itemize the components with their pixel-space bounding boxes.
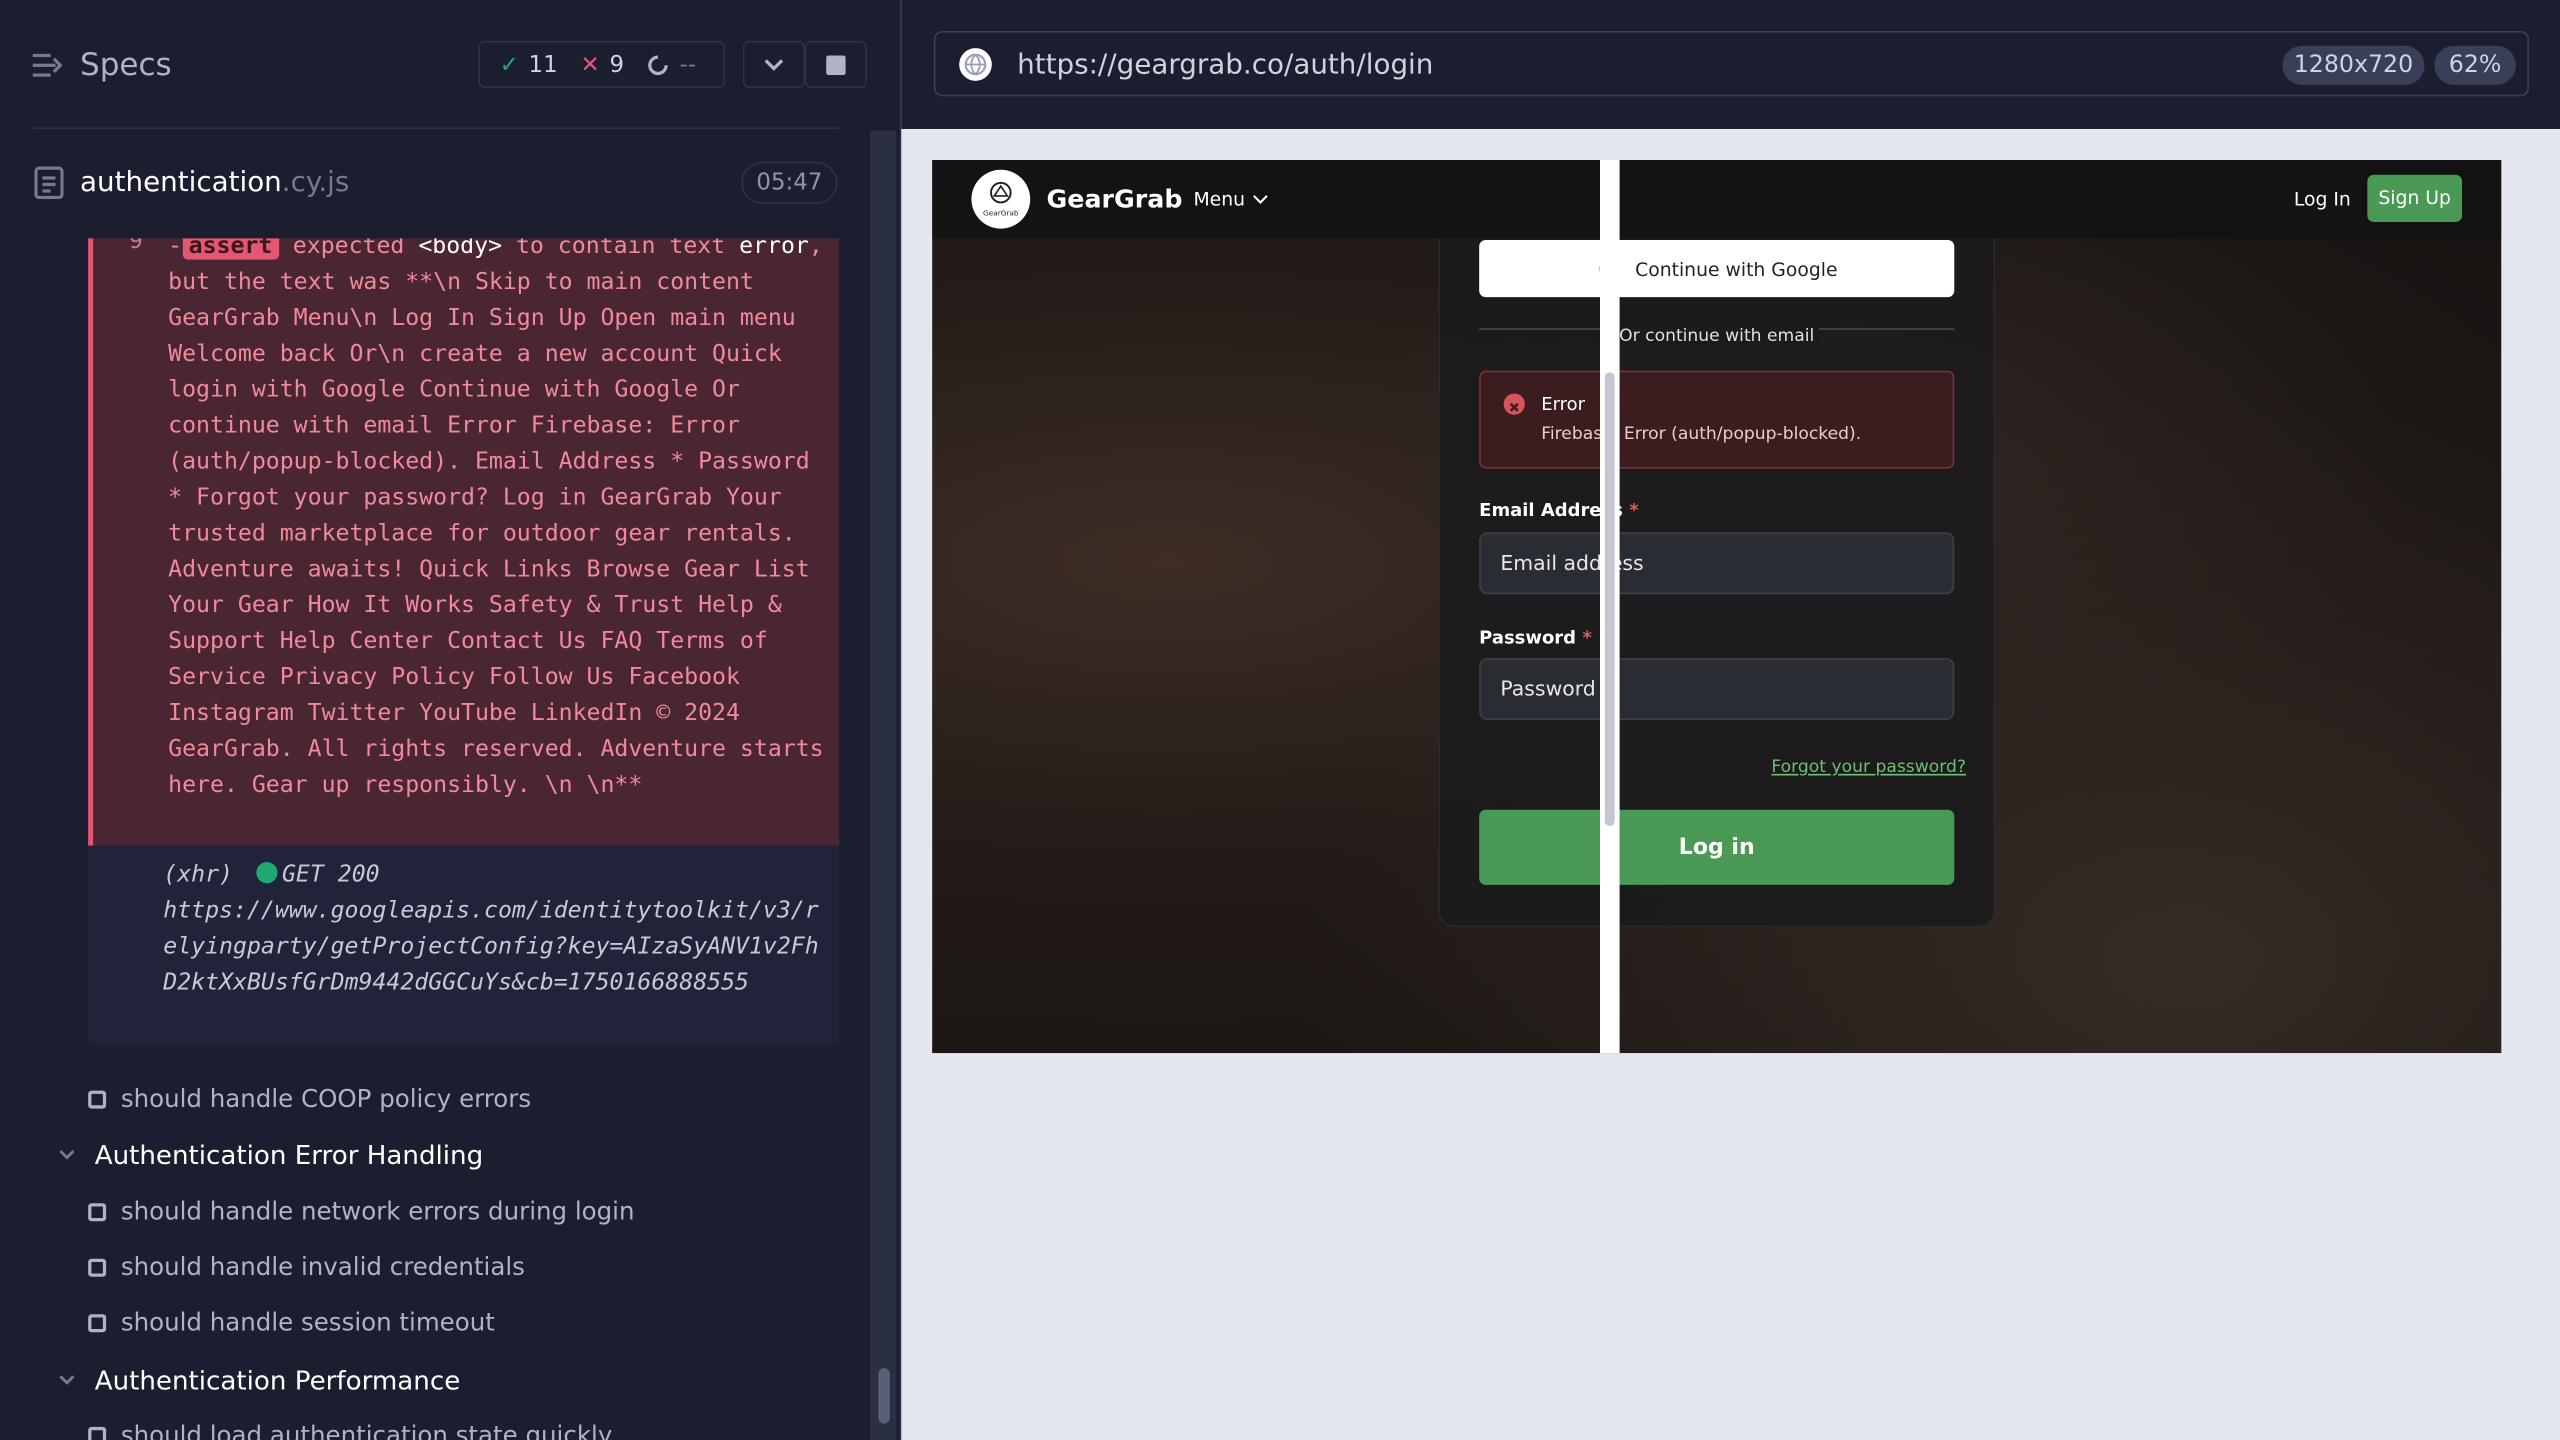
aut-scrollbar-thumb[interactable] [1604,372,1615,827]
assert-text-2: to contain text [515,238,726,260]
xhr-url: https://www.googleapis.com/identitytoolk… [163,897,819,996]
globe-icon [959,48,992,81]
reporter-scrollbar[interactable] [870,130,897,1440]
assertion-error-block[interactable]: 9 - assert expected <body> to contain tex… [88,238,840,846]
password-label-text: Password [1479,626,1577,649]
signup-button[interactable]: Sign Up [2367,174,2463,223]
password-field[interactable]: Password [1479,657,1955,720]
body-tag: <body> [418,238,503,260]
passed-check-icon: ✓ [499,51,519,78]
site-logo[interactable]: GearGrab [971,169,1031,229]
error-circle-x-icon [1503,393,1525,415]
xhr-text: (xhr) GET 200 https://www.googleapis.com/i… [163,857,824,1001]
specs-title[interactable]: Specs [80,47,172,83]
assert-text-1: expected [292,238,405,260]
menu-dropdown[interactable]: Menu [1193,188,1267,211]
stop-button[interactable] [804,40,867,89]
spec-file-name: authentication.cy.js [80,167,349,200]
site-brand[interactable]: GearGrab [1047,184,1183,213]
password-label: Password * [1479,627,1592,648]
test-item[interactable]: should handle COOP policy errors [88,1078,531,1120]
xhr-method-status: GET 200 [281,862,380,889]
test-item[interactable]: should load authentication state quickly [88,1414,612,1440]
reporter-header: Specs ✓ 11 ✕ 9 -- [0,0,900,131]
google-button-label: Continue with Google [1635,257,1838,280]
google-signin-button[interactable]: Continue with Google [1479,239,1955,298]
site-navbar: GearGrab GearGrab Menu Log In Sign Up [932,159,2502,239]
reporter-panel: Specs ✓ 11 ✕ 9 -- authentication.cy.js 0… [0,0,900,1440]
suite-item[interactable]: Authentication Error Handling [57,1133,483,1175]
test-status-icon [88,1202,107,1221]
divider-label: Or continue with email [1614,326,1820,347]
app-under-test-frame: GearGrab GearGrab Menu Log In Sign Up Co… [932,159,2502,1054]
suite-label: Authentication Error Handling [94,1138,484,1170]
passed-count: 11 [528,51,558,78]
status-dot-icon [255,862,278,884]
test-item[interactable]: should handle session timeout [88,1301,495,1343]
test-label: should handle session timeout [120,1307,495,1338]
specs-menu-icon[interactable] [32,51,63,80]
xhr-label: (xhr) [163,862,234,889]
menu-label: Menu [1193,187,1246,211]
url-text: https://geargrab.co/auth/login [1017,48,1434,82]
expected-text: error [739,238,809,260]
chevron-down-icon [1252,195,1267,204]
document-icon [34,166,64,200]
test-item[interactable]: should handle invalid credentials [88,1246,525,1288]
viewport-size-chip[interactable]: 1280x720 [2282,45,2425,85]
failed-x-icon: ✕ [580,51,600,78]
aut-header: https://geargrab.co/auth/login 1280x720 … [901,0,2560,129]
required-asterisk: * [1629,499,1639,521]
spec-file-basename: authentication [79,166,282,200]
spec-file-row[interactable]: authentication.cy.js 05:47 [0,152,900,217]
aut-panel: https://geargrab.co/auth/login 1280x720 … [901,0,2560,1440]
url-bar[interactable]: https://geargrab.co/auth/login 1280x720 … [933,31,2529,97]
test-label: should handle COOP policy errors [120,1084,532,1114]
failed-count: 9 [609,51,625,78]
required-asterisk: * [1582,626,1592,649]
divider-label-row: Or continue with email [932,317,2501,348]
command-number: 9 [128,238,143,255]
suite-label: Authentication Performance [94,1364,461,1396]
assert-chip: assert [182,238,279,260]
assertion-error-text: - assert expected <body> to contain text … [168,238,829,803]
actual-text: , but the text was **\n Skip to main con… [168,238,824,799]
login-link[interactable]: Log In [2294,188,2351,211]
test-status-icon [88,1089,107,1108]
zoom-chip[interactable]: 62% [2434,45,2516,85]
logo-emblem-icon: GearGrab [983,181,1019,218]
test-status-icon [88,1426,107,1440]
test-status-icon [88,1257,107,1276]
stats-bar: ✓ 11 ✕ 9 -- [478,40,725,89]
pending-count: -- [679,51,697,78]
header-divider [32,127,840,129]
stop-square-icon [826,54,846,75]
login-submit-button[interactable]: Log in [1479,809,1955,885]
error-alert: Error Firebase: Error (auth/popup-blocke… [1479,370,1955,469]
pending-spinner-icon [648,54,669,75]
email-field[interactable]: Email address [1479,532,1955,595]
test-label: should handle invalid credentials [120,1252,525,1282]
spec-duration: 05:47 [741,161,838,205]
chevron-down-icon [764,58,784,71]
logo-text: GearGrab [983,209,1019,218]
error-message: Firebase: Error (auth/popup-blocked). [1541,424,1862,445]
chevron-down-icon [59,1375,75,1385]
expand-collapse-button[interactable] [742,40,805,89]
test-item[interactable]: should handle network errors during logi… [88,1190,635,1232]
forgot-password-link[interactable]: Forgot your password? [1771,758,1966,778]
test-label: should load authentication state quickly [120,1420,613,1440]
suite-item[interactable]: Authentication Performance [57,1358,460,1400]
test-status-icon [88,1313,107,1332]
reporter-scrollbar-thumb[interactable] [878,1368,890,1424]
assert-prefix: - [168,238,183,260]
spec-file-ext: .cy.js [281,166,350,200]
test-label: should handle network errors during logi… [120,1196,635,1227]
xhr-log-row[interactable]: (xhr) GET 200 https://www.googleapis.com/i… [88,845,840,1045]
error-title: Error [1541,393,1585,415]
chevron-down-icon [59,1149,75,1160]
